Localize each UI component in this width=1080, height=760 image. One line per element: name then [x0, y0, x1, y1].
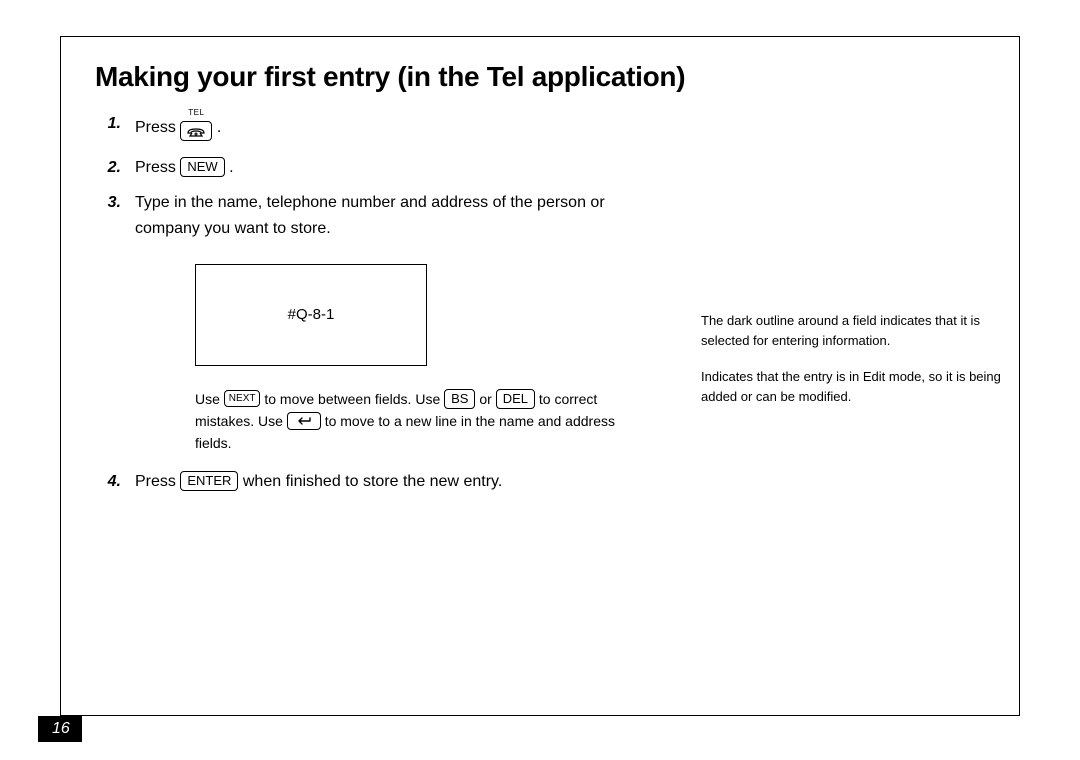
step-text: Press: [135, 473, 176, 490]
step-4: 4. Press ENTER when finished to store th…: [95, 469, 985, 495]
bs-key: BS: [444, 389, 475, 409]
step-body: Press TEL .: [135, 111, 221, 145]
side-note-selection: The dark outline around a field indicate…: [701, 311, 1019, 351]
phone-icon: [180, 121, 212, 141]
page-number: 16: [38, 716, 82, 742]
step-body: Press NEW .: [135, 155, 234, 181]
step-1: 1. Press TEL .: [95, 111, 985, 145]
step-text: Press: [135, 159, 176, 176]
step-text: when finished to store the new entry.: [243, 473, 502, 490]
step-number: 1.: [95, 111, 121, 145]
step-number: 2.: [95, 155, 121, 181]
step-number: 4.: [95, 469, 121, 495]
step-text: .: [229, 159, 233, 176]
step-body: Type in the name, telephone number and a…: [135, 190, 655, 241]
tel-key: TEL: [180, 107, 212, 141]
new-key: NEW: [180, 157, 224, 177]
page-title: Making your first entry (in the Tel appl…: [95, 61, 985, 93]
page-frame: Making your first entry (in the Tel appl…: [60, 36, 1020, 716]
screen-placeholder: #Q-8-1: [195, 264, 427, 366]
step-body: Press ENTER when finished to store the n…: [135, 469, 502, 495]
enter-key: ENTER: [180, 471, 238, 491]
return-key-icon: [287, 412, 321, 430]
tel-key-label: TEL: [188, 107, 204, 120]
step-list: 1. Press TEL . 2.: [95, 111, 985, 242]
side-note-editmode: Indicates that the entry is in Edit mode…: [701, 367, 1019, 407]
step-text: Press: [135, 119, 176, 136]
next-key: NEXT: [224, 390, 261, 407]
step-2: 2. Press NEW .: [95, 155, 985, 181]
del-key: DEL: [496, 389, 535, 409]
step-text: .: [217, 119, 221, 136]
field-navigation-note: Use NEXT to move between fields. Use BS …: [195, 388, 615, 455]
step-3: 3. Type in the name, telephone number an…: [95, 190, 985, 241]
step-list-cont: 4. Press ENTER when finished to store th…: [95, 469, 985, 495]
placeholder-label: #Q-8-1: [288, 306, 335, 323]
step-number: 3.: [95, 190, 121, 241]
